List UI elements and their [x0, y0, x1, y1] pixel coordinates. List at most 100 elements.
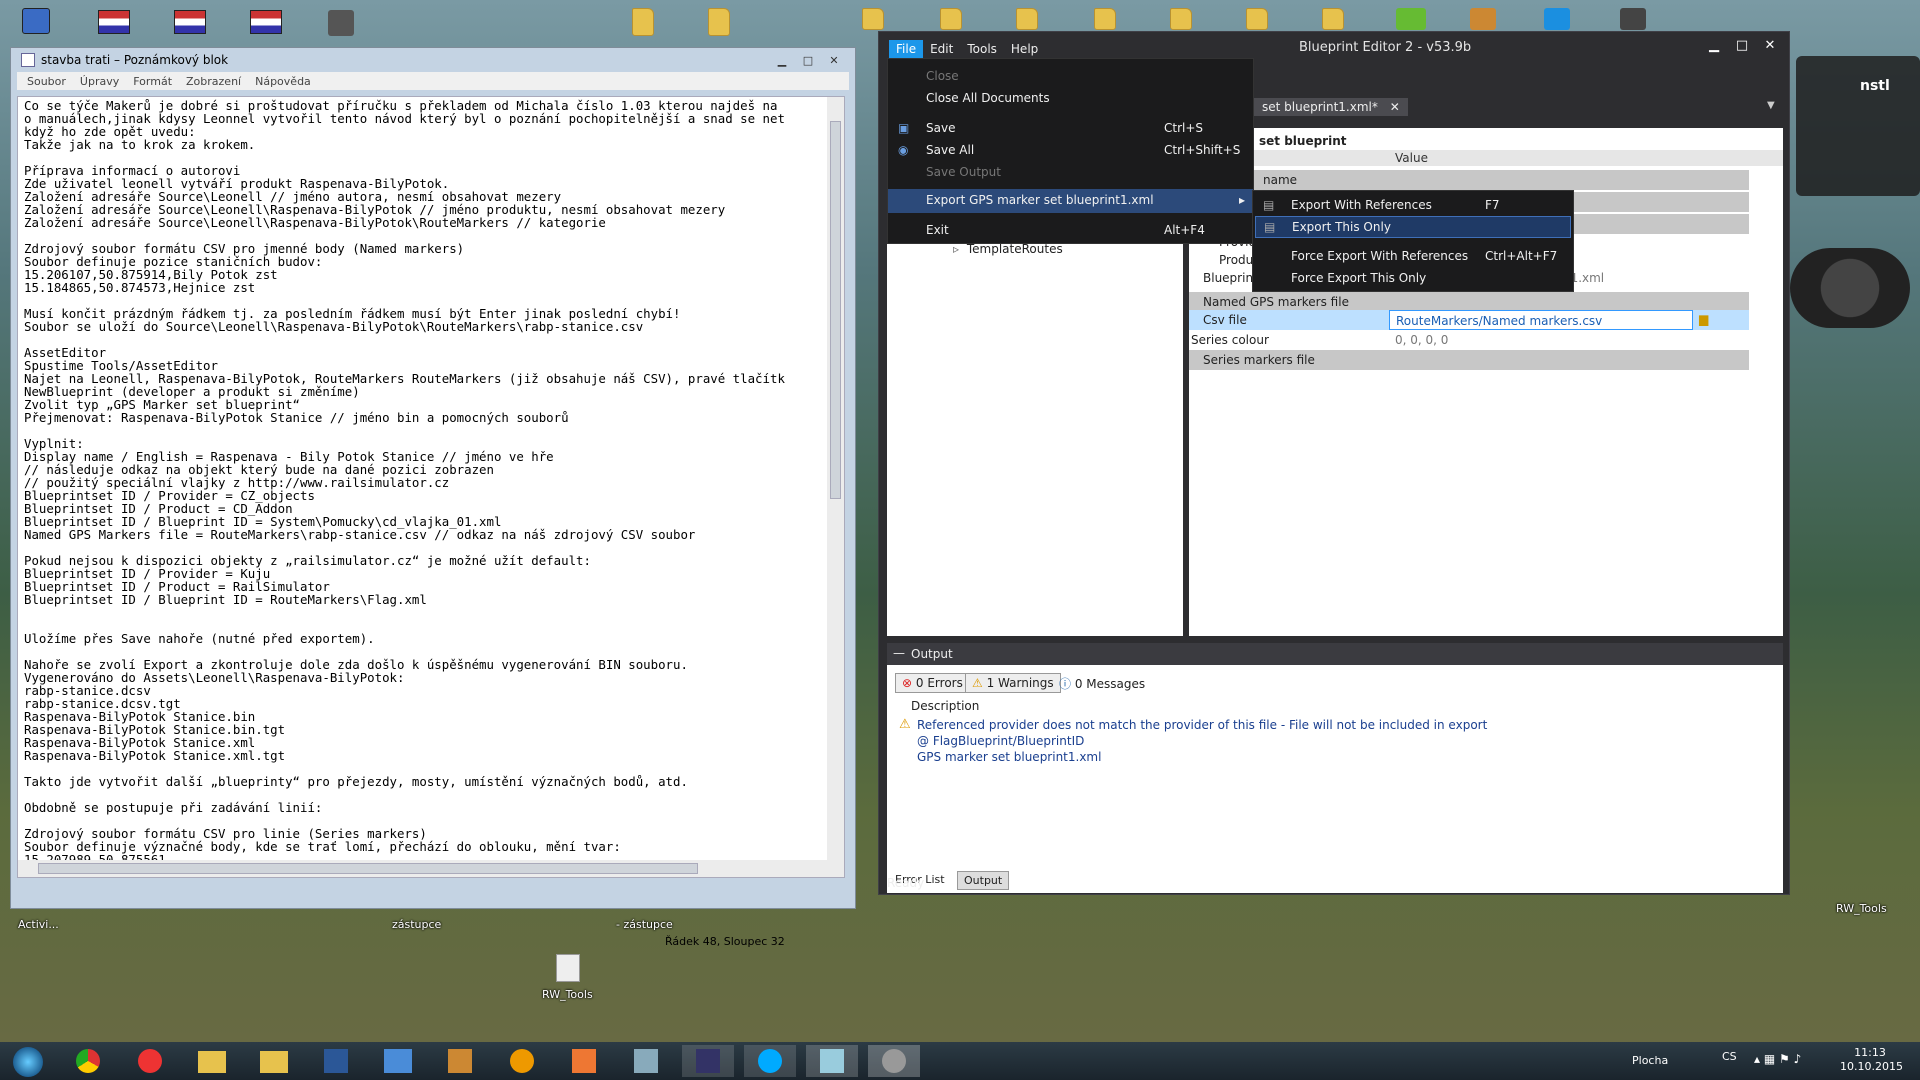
flag-icon[interactable]	[174, 10, 206, 34]
close-icon[interactable]: ✕	[1390, 100, 1400, 114]
file-menu: Close Close All Documents ▣ Save Ctrl+S …	[887, 58, 1254, 244]
folder-icon: ▹	[953, 242, 960, 256]
skype-icon[interactable]	[744, 1045, 796, 1077]
export-icon: ▤	[1263, 198, 1275, 212]
app-icon[interactable]	[1396, 8, 1426, 30]
folder-icon[interactable]	[862, 8, 884, 30]
folder-icon[interactable]	[1322, 8, 1344, 30]
vertical-scrollbar[interactable]	[827, 97, 844, 877]
save-icon[interactable]	[682, 1045, 734, 1077]
scroll-thumb[interactable]	[830, 121, 841, 499]
menu-item-save-all[interactable]: ◉ Save All Ctrl+Shift+S	[888, 139, 1253, 161]
media-player-icon[interactable]	[558, 1045, 610, 1077]
menu-item-exit[interactable]: Exit Alt+F4	[888, 219, 1253, 241]
app-icon[interactable]	[372, 1045, 424, 1077]
app-icon[interactable]	[1620, 8, 1646, 30]
scroll-thumb[interactable]	[38, 863, 698, 874]
folder-icon[interactable]: ▆	[1699, 312, 1708, 326]
horizontal-scrollbar[interactable]	[18, 860, 829, 877]
flag-icon[interactable]	[98, 10, 130, 34]
prop-row[interactable]: Series colour 0, 0, 0, 0	[1189, 330, 1749, 350]
value-header: Value	[1395, 151, 1428, 165]
folder-icon[interactable]	[248, 1045, 300, 1077]
folder-icon[interactable]	[1170, 8, 1192, 30]
folder-icon[interactable]	[708, 8, 730, 36]
taskbar: Plocha CS ▴ ▦ ⚑ ♪ 11:13 10.10.2015	[0, 1042, 1920, 1080]
maximize-button[interactable]: □	[795, 51, 821, 69]
csv-file-input[interactable]: RouteMarkers/Named markers.csv	[1389, 310, 1693, 330]
clock[interactable]: 11:13 10.10.2015	[1840, 1046, 1903, 1074]
minimize-button[interactable]: ▁	[1703, 38, 1725, 53]
folder-icon[interactable]	[940, 8, 962, 30]
tree-item[interactable]: ▹ TemplateRoutes	[953, 242, 1063, 256]
menu-format[interactable]: Formát	[133, 75, 172, 88]
computer-icon[interactable]	[22, 8, 50, 34]
prop-category[interactable]: Series markers file	[1189, 350, 1749, 370]
teamviewer-icon[interactable]	[1544, 8, 1570, 30]
menu-item-export-with-references[interactable]: ▤ Export With References F7	[1253, 194, 1573, 216]
menu-edit[interactable]: Edit	[923, 40, 960, 58]
gear-icon[interactable]	[868, 1045, 920, 1077]
prop-row[interactable]: name	[1189, 170, 1749, 190]
notepad-content[interactable]: Co se týče Makerů je dobré si proštudova…	[18, 97, 844, 868]
warnings-filter[interactable]: ⚠ 1 Warnings	[965, 673, 1061, 693]
menu-zobrazeni[interactable]: Zobrazení	[186, 75, 241, 88]
chrome-icon[interactable]	[62, 1045, 114, 1077]
notepad-text-area[interactable]: Co se týče Makerů je dobré si proštudova…	[17, 96, 845, 878]
menu-help[interactable]: Help	[1004, 40, 1045, 58]
prop-category[interactable]: Named GPS markers file	[1189, 292, 1749, 312]
menu-item-export[interactable]: Export GPS marker set blueprint1.xml ▸	[888, 189, 1253, 213]
chevron-down-icon[interactable]: ▼	[1767, 100, 1775, 111]
close-button[interactable]: ✕	[1759, 38, 1781, 53]
menu-item-close[interactable]: Close	[888, 65, 1253, 87]
cpu-gauge-gadget	[1790, 248, 1910, 328]
folder-icon[interactable]	[1246, 8, 1268, 30]
app-icon[interactable]	[496, 1045, 548, 1077]
menu-item-save-output[interactable]: Save Output	[888, 161, 1253, 183]
language-indicator[interactable]: CS	[1722, 1050, 1737, 1063]
menu-item-export-this-only[interactable]: ▤ Export This Only	[1255, 216, 1571, 238]
menu-item-save[interactable]: ▣ Save Ctrl+S	[888, 117, 1253, 139]
start-button[interactable]	[4, 1045, 52, 1077]
word-icon[interactable]	[310, 1045, 362, 1077]
explorer-icon[interactable]	[186, 1045, 238, 1077]
folder-icon[interactable]	[1016, 8, 1038, 30]
flag-icon[interactable]	[250, 10, 282, 34]
close-button[interactable]: ✕	[821, 51, 847, 69]
folder-icon[interactable]	[632, 8, 654, 36]
folder-icon[interactable]	[1094, 8, 1116, 30]
tray-icons[interactable]: ▴ ▦ ⚑ ♪	[1754, 1052, 1801, 1066]
document-tab[interactable]: set blueprint1.xml* ✕	[1254, 98, 1408, 116]
menu-napoveda[interactable]: Nápověda	[255, 75, 311, 88]
maximize-button[interactable]: □	[1731, 38, 1753, 53]
rw-tools-icon[interactable]	[556, 954, 580, 982]
menu-item-close-all[interactable]: Close All Documents	[888, 87, 1253, 109]
errors-filter[interactable]: ⊗ 0 Errors	[895, 673, 970, 693]
output-message[interactable]: Referenced provider does not match the p…	[917, 717, 1487, 765]
messages-filter[interactable]: ⓘ 0 Messages	[1053, 673, 1151, 693]
app-icon[interactable]	[434, 1045, 486, 1077]
menu-upravy[interactable]: Úpravy	[80, 75, 119, 88]
cursor-position: Řádek 48, Sloupec 32	[665, 935, 785, 948]
menu-item-force-export-with-references[interactable]: Force Export With References Ctrl+Alt+F7	[1253, 245, 1573, 267]
notepad-titlebar[interactable]: stavba trati – Poznámkový blok ▁ □ ✕	[11, 48, 855, 72]
app-icon[interactable]	[1470, 8, 1496, 30]
menu-soubor[interactable]: Soubor	[27, 75, 66, 88]
notepad-icon[interactable]	[806, 1045, 858, 1077]
menu-tools[interactable]: Tools	[960, 40, 1004, 58]
warning-icon: ⚠	[899, 717, 911, 732]
gadget-label: nstl	[1860, 78, 1890, 94]
desktop-label[interactable]: RW_Tools	[1836, 902, 1887, 915]
app-icon[interactable]	[620, 1045, 672, 1077]
collapse-icon[interactable]: —	[893, 646, 905, 660]
menu-file[interactable]: File	[889, 40, 924, 58]
prop-row-selected[interactable]: Csv file RouteMarkers/Named markers.csv …	[1189, 310, 1749, 330]
show-desktop-label[interactable]: Plocha	[1632, 1054, 1668, 1067]
app-icon[interactable]	[124, 1045, 176, 1077]
desktop-label[interactable]: RW_Tools	[542, 988, 593, 1001]
document-icon[interactable]	[328, 10, 354, 36]
output-header: — Output	[887, 643, 1783, 665]
minimize-button[interactable]: ▁	[769, 51, 795, 69]
tab-output[interactable]: Output	[957, 871, 1010, 890]
menu-item-force-export-this-only[interactable]: Force Export This Only	[1253, 267, 1573, 289]
